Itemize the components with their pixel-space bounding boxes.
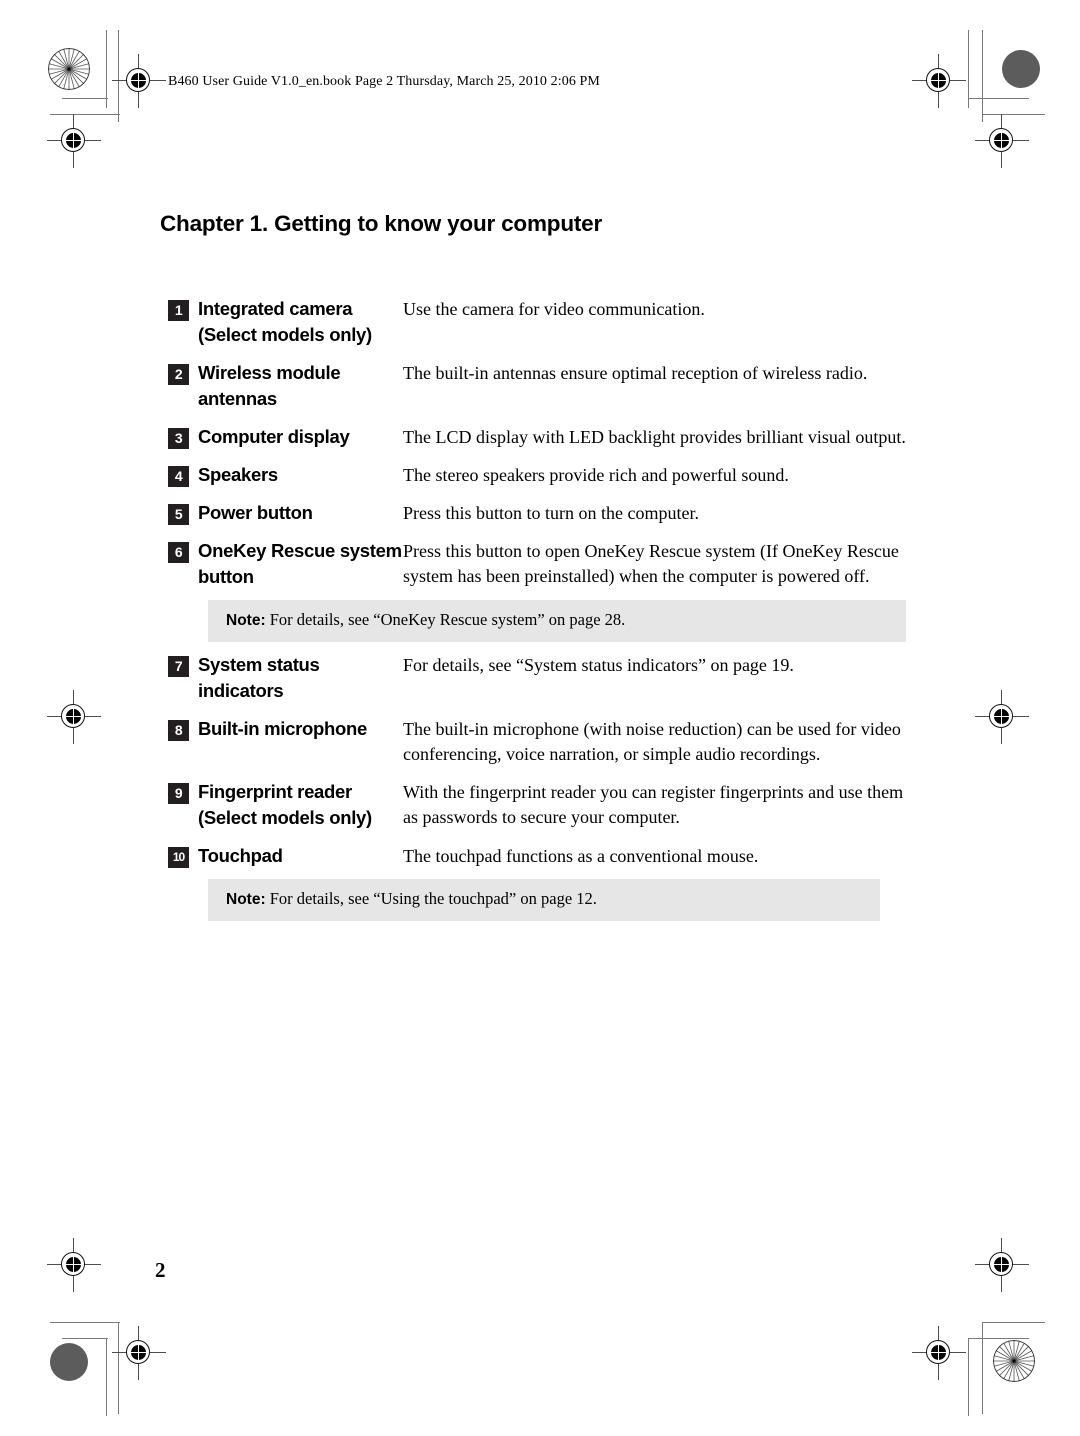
callout-number-badge: 6: [168, 542, 189, 563]
crop-line: [62, 1338, 108, 1339]
crop-line: [969, 98, 1029, 99]
feature-label: Integrated camera (Select models only): [198, 298, 372, 345]
feature-label: System status indicators: [198, 654, 320, 701]
feature-label: OneKey Rescue system button: [198, 540, 402, 587]
callout-number-badge: 1: [168, 300, 189, 321]
callout-number-badge: 8: [168, 720, 189, 741]
table-row: 1 Integrated camera (Select models only)…: [168, 296, 908, 348]
registration-mark-top-left: [112, 54, 166, 108]
badge-cell: 1: [168, 296, 198, 321]
table-row: 7 System status indicators For details, …: [168, 652, 908, 704]
crop-line: [50, 1322, 120, 1323]
feature-description: The built-in antennas ensure optimal rec…: [403, 363, 868, 383]
density-patch-top-right: [1002, 50, 1040, 88]
feature-description: The built-in microphone (with noise redu…: [403, 719, 901, 764]
density-patch-bottom-left: [50, 1343, 88, 1381]
registration-mark-upper-right: [975, 114, 1029, 168]
callout-number-badge: 5: [168, 504, 189, 525]
crop-line: [118, 1322, 119, 1414]
table-row: 9 Fingerprint reader (Select models only…: [168, 779, 908, 831]
callout-number-badge: 3: [168, 428, 189, 449]
callout-number-badge: 10: [168, 847, 189, 868]
callout-number-badge: 2: [168, 364, 189, 385]
feature-description: The touchpad functions as a conventional…: [403, 846, 759, 866]
running-header: B460 User Guide V1.0_en.book Page 2 Thur…: [168, 74, 600, 89]
crop-line: [106, 30, 107, 108]
sunburst-svg: [48, 48, 90, 90]
callout-number-badge: 4: [168, 466, 189, 487]
crop-line: [983, 114, 1045, 115]
registration-mark-mid-left: [47, 690, 101, 744]
registration-mark-mid-right: [975, 690, 1029, 744]
table-row: 10 Touchpad The touchpad functions as a …: [168, 843, 908, 869]
registration-mark-lower-right: [975, 1238, 1029, 1292]
note-text: For details, see “Using the touchpad” on…: [265, 889, 597, 908]
registration-mark-bottom-left: [112, 1326, 166, 1380]
badge-cell: 10: [168, 843, 198, 868]
page-title: Chapter 1. Getting to know your computer: [160, 211, 603, 237]
crop-line: [106, 1338, 107, 1416]
badge-cell: 8: [168, 716, 198, 741]
feature-label: Wireless module antennas: [198, 362, 341, 409]
feature-description: The stereo speakers provide rich and pow…: [403, 465, 789, 485]
note-box: Note: For details, see “OneKey Rescue sy…: [208, 600, 906, 642]
note-keyword: Note:: [226, 891, 266, 908]
feature-label: Touchpad: [198, 845, 283, 866]
sunburst-target-icon-bottom-right: [993, 1340, 1035, 1382]
callout-number-badge: 9: [168, 783, 189, 804]
registration-mark-lower-left: [47, 1238, 101, 1292]
registration-mark-top-right: [912, 54, 966, 108]
feature-label: Power button: [198, 502, 313, 523]
crop-line: [968, 30, 969, 108]
table-row: 2 Wireless module antennas The built-in …: [168, 360, 908, 412]
table-row: 5 Power button Press this button to turn…: [168, 500, 908, 526]
crop-line: [118, 30, 119, 122]
feature-label: Fingerprint reader (Select models only): [198, 781, 372, 828]
feature-label: Computer display: [198, 426, 350, 447]
feature-description: The LCD display with LED backlight provi…: [403, 427, 906, 447]
badge-cell: 9: [168, 779, 198, 804]
crop-line: [62, 98, 108, 99]
registration-mark-upper-left: [47, 114, 101, 168]
badge-cell: 5: [168, 500, 198, 525]
feature-description: For details, see “System status indicato…: [403, 655, 794, 675]
note-box: Note: For details, see “Using the touchp…: [208, 879, 880, 921]
page-number: 2: [155, 1258, 166, 1282]
feature-description: Press this button to open OneKey Rescue …: [403, 541, 899, 586]
feature-description: With the fingerprint reader you can regi…: [403, 782, 904, 827]
feature-table: 1 Integrated camera (Select models only)…: [168, 296, 908, 931]
note-text: For details, see “OneKey Rescue system” …: [265, 610, 626, 629]
crop-line: [968, 1338, 969, 1416]
sunburst-svg: [993, 1340, 1035, 1382]
feature-label: Speakers: [198, 464, 278, 485]
crop-line: [50, 114, 120, 115]
table-row: 6 OneKey Rescue system button Press this…: [168, 538, 908, 590]
registration-mark-bottom-right: [912, 1326, 966, 1380]
badge-cell: 3: [168, 424, 198, 449]
badge-cell: 4: [168, 462, 198, 487]
feature-description: Use the camera for video communication.: [403, 299, 705, 319]
feature-label: Built-in microphone: [198, 718, 368, 739]
crop-line: [982, 1322, 983, 1414]
crop-line: [983, 1322, 1045, 1323]
sunburst-target-icon-top-left: [48, 48, 90, 90]
badge-cell: 2: [168, 360, 198, 385]
note-keyword: Note:: [226, 612, 266, 629]
badge-cell: 7: [168, 652, 198, 677]
table-row: 4 Speakers The stereo speakers provide r…: [168, 462, 908, 488]
table-row: 3 Computer display The LCD display with …: [168, 424, 908, 450]
table-row: 8 Built-in microphone The built-in micro…: [168, 716, 908, 767]
callout-number-badge: 7: [168, 656, 189, 677]
feature-description: Press this button to turn on the compute…: [403, 503, 699, 523]
crop-line: [969, 1338, 1029, 1339]
crop-line: [982, 30, 983, 122]
badge-cell: 6: [168, 538, 198, 563]
